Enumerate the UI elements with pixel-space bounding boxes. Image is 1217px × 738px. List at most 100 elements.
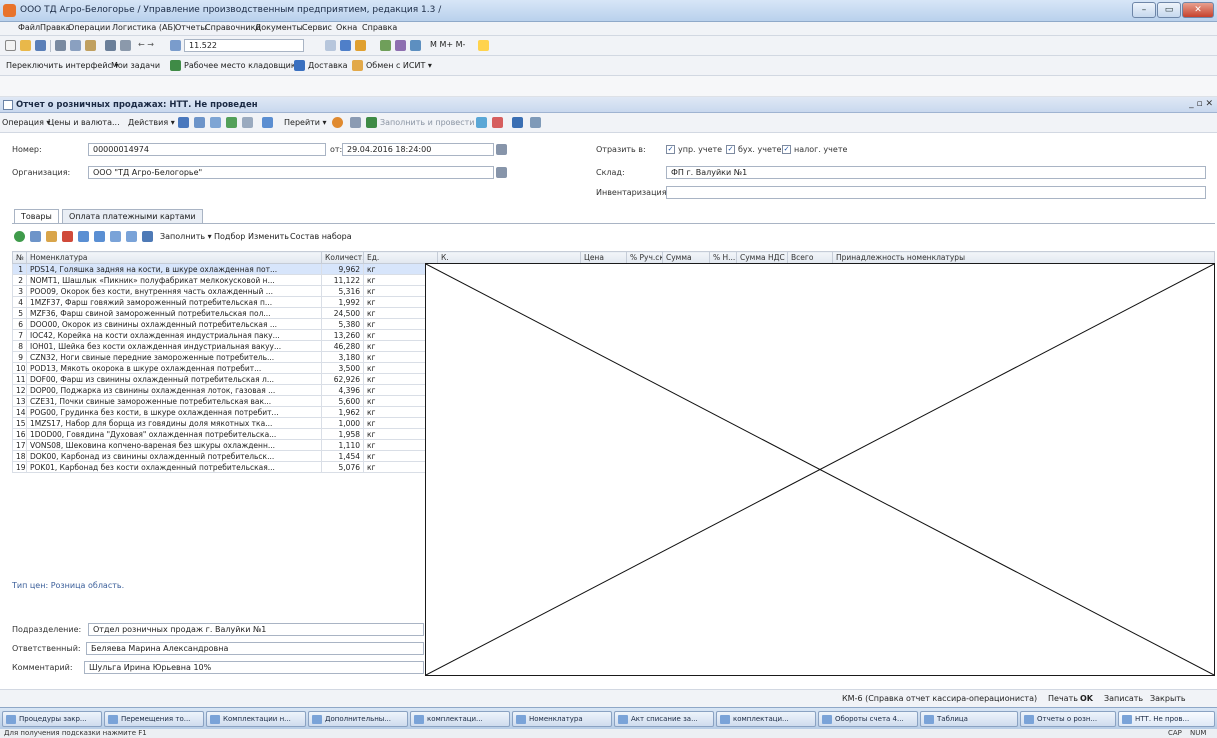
department-field[interactable]: Отдел розничных продаж г. Валуйки №1 [88, 623, 424, 636]
organization-field[interactable]: ООО "ТД Агро-Белогорье" [88, 166, 494, 179]
goto-menu[interactable]: Перейти ▾ [284, 118, 327, 127]
tab-goods[interactable]: Товары [14, 209, 59, 224]
minimize-button[interactable]: – [1132, 2, 1156, 18]
prices-currency-button[interactable]: Цены и валюта... [48, 118, 120, 127]
menu-edit[interactable]: Правка [40, 23, 70, 32]
col-manual-discount[interactable]: % Руч.ск. [626, 251, 663, 264]
back-forward-icon[interactable]: ← → [138, 40, 154, 49]
my-tasks-button[interactable]: Мои задачи [111, 61, 160, 70]
menu-service[interactable]: Сервис [302, 23, 332, 32]
post-icon[interactable] [226, 117, 237, 128]
refresh-icon[interactable] [340, 40, 351, 51]
col-vat-rate[interactable]: % Н... [709, 251, 737, 264]
copy-row-icon[interactable] [30, 231, 41, 242]
task-button[interactable]: Отчеты о розн... [1020, 711, 1116, 727]
menu-documents[interactable]: Документы [255, 23, 303, 32]
edit-row-icon[interactable] [46, 231, 57, 242]
table-settings-icon[interactable] [142, 231, 153, 242]
help-icon[interactable] [332, 117, 343, 128]
task-button[interactable]: комплектаци... [410, 711, 510, 727]
reflect-management-checkbox[interactable]: ✓ [666, 145, 675, 154]
task-button[interactable]: Номенклатура [512, 711, 612, 727]
col-unit[interactable]: Ед. [363, 251, 438, 264]
inventory-field[interactable] [666, 186, 1206, 199]
switch-interface-button[interactable]: Переключить интерфейс ▾ [6, 61, 118, 70]
menu-logistics[interactable]: Логистика (АБ) [112, 23, 176, 32]
col-no[interactable]: № [12, 251, 27, 264]
print-icon[interactable] [105, 40, 116, 51]
cut-icon[interactable] [55, 40, 66, 51]
add-icon[interactable] [178, 117, 189, 128]
task-button[interactable]: Дополнительны... [308, 711, 408, 727]
close-button[interactable]: ✕ [1182, 2, 1214, 18]
save-icon[interactable] [35, 40, 46, 51]
sort-asc-icon[interactable] [110, 231, 121, 242]
reflect-tax-checkbox[interactable]: ✓ [782, 145, 791, 154]
kit-composition-button[interactable]: Состав набора [290, 232, 352, 241]
paste-icon[interactable] [85, 40, 96, 51]
km6-button[interactable]: КМ-6 (Справка отчет кассира-операционист… [842, 694, 1037, 703]
report-icon[interactable] [530, 117, 541, 128]
copy-doc-icon[interactable] [194, 117, 205, 128]
favorites-icon[interactable] [355, 40, 366, 51]
copy-icon[interactable] [70, 40, 81, 51]
new-icon[interactable] [5, 40, 16, 51]
date-field[interactable]: 29.04.2016 18:24:00 [342, 143, 494, 156]
calendar-icon[interactable] [395, 40, 406, 51]
task-button-active[interactable]: НТТ. Не пров... [1118, 711, 1215, 727]
col-sum[interactable]: Сумма [662, 251, 710, 264]
menu-operations[interactable]: Операции [68, 23, 110, 32]
number-field[interactable]: 00000014974 [88, 143, 326, 156]
calendar-picker-icon[interactable] [496, 144, 507, 155]
task-button[interactable]: Таблица [920, 711, 1018, 727]
list-icon[interactable] [350, 117, 361, 128]
task-button[interactable]: Акт списание за... [614, 711, 714, 727]
col-ownership[interactable]: Принадлежность номенклатуры [832, 251, 1215, 264]
table-icon[interactable] [380, 40, 391, 51]
operation-menu[interactable]: Операция ▾ [2, 118, 50, 127]
fill-post-button[interactable]: Заполнить и провести [380, 118, 474, 127]
move-down-icon[interactable] [94, 231, 105, 242]
task-button[interactable]: комплектаци... [716, 711, 816, 727]
change-button[interactable]: Изменить [248, 232, 289, 241]
task-button[interactable]: Перемещения то... [104, 711, 204, 727]
tip-icon[interactable] [478, 40, 489, 51]
search-icon[interactable] [170, 40, 181, 51]
col-nomenclature[interactable]: Номенклатура [26, 251, 322, 264]
structure-subordination-icon[interactable] [512, 117, 523, 128]
memory-buttons[interactable]: M M+ M- [430, 40, 465, 49]
warehouse-workplace-button[interactable]: Рабочее место кладовщика [184, 61, 301, 70]
comment-field[interactable]: Шульга Ирина Юрьевна 10% [84, 661, 424, 674]
debit-credit-icon[interactable] [476, 117, 487, 128]
exchange-button[interactable]: Обмен с ИСИТ ▾ [366, 61, 432, 70]
movements-icon[interactable] [492, 117, 503, 128]
ok-button[interactable]: OK [1080, 694, 1093, 703]
col-k[interactable]: К. [437, 251, 581, 264]
delete-row-icon[interactable] [62, 231, 73, 242]
add-row-icon[interactable] [14, 231, 25, 242]
responsible-field[interactable]: Беляева Марина Александровна [86, 642, 424, 655]
task-button[interactable]: Обороты счета 4... [818, 711, 918, 727]
menu-windows[interactable]: Окна [336, 23, 357, 32]
menu-catalogs[interactable]: Справочники [205, 23, 261, 32]
reflect-accounting-checkbox[interactable]: ✓ [726, 145, 735, 154]
pick-button[interactable]: Подбор [214, 232, 245, 241]
tab-card-payments[interactable]: Оплата платежными картами [62, 209, 203, 223]
document-window-controls[interactable]: _ ▫ ✕ [1189, 99, 1213, 109]
quick-search-input[interactable]: 11.522 [184, 39, 304, 52]
open-icon[interactable] [20, 40, 31, 51]
col-qty[interactable]: Количест... [321, 251, 364, 264]
task-button[interactable]: Комплектации н... [206, 711, 306, 727]
edit-icon[interactable] [210, 117, 221, 128]
sort-desc-icon[interactable] [126, 231, 137, 242]
save-button[interactable]: Записать [1104, 694, 1143, 703]
print-button[interactable]: Печать [1048, 694, 1078, 703]
col-vat-sum[interactable]: Сумма НДС [736, 251, 788, 264]
menu-help[interactable]: Справка [362, 23, 397, 32]
maximize-button[interactable]: ▭ [1157, 2, 1181, 18]
organization-select-icon[interactable] [496, 167, 507, 178]
menu-file[interactable]: Файл [18, 23, 40, 32]
history-icon[interactable] [325, 40, 336, 51]
close-document-button[interactable]: Закрыть [1150, 694, 1186, 703]
fill-menu[interactable]: Заполнить ▾ [160, 232, 212, 241]
